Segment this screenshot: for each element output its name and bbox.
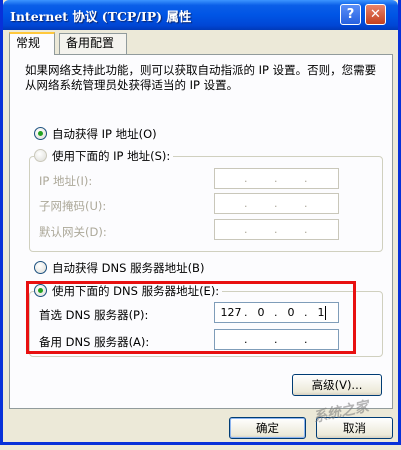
window-title: Internet 协议 (TCP/IP) 属性 (10, 9, 192, 24)
ip-auto-radio[interactable] (34, 127, 47, 140)
tab-general[interactable]: 常规 (9, 32, 55, 55)
dns-auto-radio-row[interactable]: 自动获得 DNS 服务器地址(B) (34, 260, 204, 276)
default-gateway-input[interactable]: ... (214, 219, 339, 240)
default-gateway-label: 默认网关(D): (39, 225, 107, 239)
highlight-box (26, 281, 356, 354)
title-bar[interactable]: Internet 协议 (TCP/IP) 属性 ? ✕ (3, 0, 398, 30)
dns-auto-radio[interactable] (34, 261, 47, 274)
tab-alternate-config[interactable]: 备用配置 (59, 33, 127, 54)
ip-auto-label: 自动获得 IP 地址(O) (52, 127, 157, 141)
help-button[interactable]: ? (340, 4, 361, 25)
subnet-mask-label: 子网掩码(U): (39, 199, 107, 213)
ip-manual-radio-row[interactable]: 使用下面的 IP 地址(S): (34, 148, 174, 164)
advanced-button[interactable]: 高级(V)... (292, 374, 382, 396)
ip-manual-label: 使用下面的 IP 地址(S): (52, 149, 171, 163)
ip-auto-radio-row[interactable]: 自动获得 IP 地址(O) (34, 126, 157, 142)
ip-address-input[interactable]: ... (214, 168, 339, 189)
subnet-mask-input[interactable]: ... (214, 193, 339, 214)
ip-manual-radio[interactable] (34, 149, 47, 162)
ip-address-label: IP 地址(I): (39, 174, 93, 188)
close-button[interactable]: ✕ (365, 4, 386, 25)
general-panel: 如果网络支持此功能，则可以获取自动指派的 IP 设置。否则，您需要从网络系统管理… (9, 54, 393, 409)
ok-button[interactable]: 确定 (229, 417, 306, 439)
description-text: 如果网络支持此功能，则可以获取自动指派的 IP 设置。否则，您需要从网络系统管理… (25, 63, 377, 92)
dns-auto-label: 自动获得 DNS 服务器地址(B) (52, 261, 205, 275)
dialog-window: Internet 协议 (TCP/IP) 属性 ? ✕ 常规 备用配置 如果网络… (0, 0, 401, 445)
